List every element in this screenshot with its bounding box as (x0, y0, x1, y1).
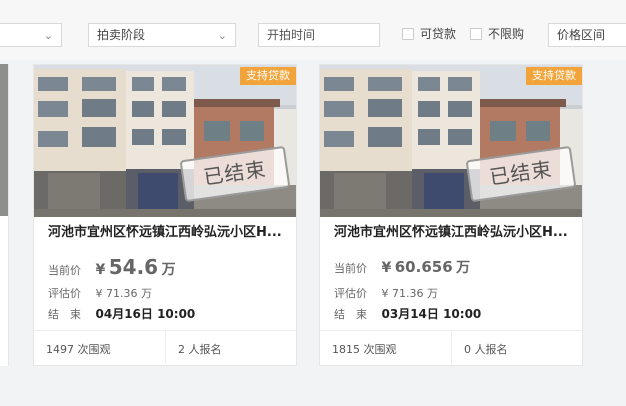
currency-symbol: ¥ (381, 260, 392, 276)
view-count: 1497 次围观 (46, 343, 111, 356)
no-restriction-checkbox[interactable] (470, 28, 482, 40)
chevron-down-icon: ⌄ (217, 29, 227, 42)
end-time-row: 结 束 04月16日 10:00 (48, 305, 195, 322)
price-range-input[interactable]: 价格区间 (548, 23, 626, 47)
no-restriction-label: 不限购 (488, 27, 525, 41)
listing-photo[interactable]: 支持贷款 已结束 (320, 65, 582, 217)
auction-stage-select[interactable]: 拍卖阶段 ⌄ (88, 23, 236, 47)
auction-stage-label: 拍卖阶段 (97, 28, 146, 42)
loan-supported-badge: 支持贷款 (526, 67, 582, 85)
current-price-unit: 万 (456, 260, 471, 276)
end-time-row: 结 束 03月14日 10:00 (334, 305, 481, 322)
appraisal-row: 评估价 ¥ 71.36 万 (334, 285, 438, 301)
listing-card[interactable]: 支持贷款 已结束 河池市宜州区怀远镇江西岭弘沅小区H... 当前价 ¥ 60.6… (319, 64, 583, 366)
card-footer: 1815 次围观 0 人报名 (320, 330, 582, 365)
end-time-label: 结 束 (334, 308, 367, 321)
current-price-value: 54.6 (108, 255, 159, 279)
listing-title[interactable]: 河池市宜州区怀远镇江西岭弘沅小区H... (48, 221, 288, 240)
currency-symbol: ¥ (95, 262, 106, 278)
chevron-down-icon: ⌄ (43, 29, 53, 42)
loanable-label: 可贷款 (420, 27, 457, 41)
listing-card-partial[interactable] (0, 64, 9, 366)
current-price-row: 当前价 ¥ 60.656 万 (334, 257, 470, 277)
current-price-unit: 万 (161, 262, 176, 278)
current-price-label: 当前价 (48, 264, 81, 277)
footer-divider (165, 331, 166, 364)
signup-count: 0 人报名 (464, 343, 508, 356)
listing-title[interactable]: 河池市宜州区怀远镇江西岭弘沅小区H... (334, 221, 574, 240)
filter-bar: ⌄ 拍卖阶段 ⌄ 开拍时间 可贷款 不限购 价格区间 (0, 0, 626, 60)
view-count: 1815 次围观 (332, 343, 397, 356)
appraisal-value: ¥ 71.36 万 (95, 287, 152, 300)
current-price-label: 当前价 (334, 262, 367, 275)
appraisal-row: 评估价 ¥ 71.36 万 (48, 285, 152, 301)
appraisal-label: 评估价 (48, 287, 81, 300)
listing-photo-partial (0, 64, 8, 216)
end-time-value: 04月16日 10:00 (95, 307, 196, 321)
listing-card[interactable]: 支持贷款 已结束 河池市宜州区怀远镇江西岭弘沅小区H... 当前价 ¥ 54.6… (33, 64, 297, 366)
loan-supported-badge: 支持贷款 (240, 67, 296, 85)
price-range-placeholder: 价格区间 (557, 28, 606, 42)
listing-photo[interactable]: 支持贷款 已结束 (34, 65, 296, 217)
start-time-input[interactable]: 开拍时间 (258, 23, 380, 47)
appraisal-label: 评估价 (334, 287, 367, 300)
start-time-placeholder: 开拍时间 (267, 28, 316, 42)
appraisal-value: ¥ 71.36 万 (381, 287, 438, 300)
signup-count: 2 人报名 (178, 343, 222, 356)
footer-divider (451, 331, 452, 364)
current-price-value: 60.656 (394, 258, 453, 276)
loanable-checkbox[interactable] (402, 28, 414, 40)
card-footer: 1497 次围观 2 人报名 (34, 330, 296, 365)
end-time-label: 结 束 (48, 308, 81, 321)
end-time-value: 03月14日 10:00 (381, 307, 482, 321)
building-photo (34, 65, 296, 217)
building-photo (320, 65, 582, 217)
current-price-row: 当前价 ¥ 54.6 万 (48, 255, 176, 279)
filter-select-partial[interactable]: ⌄ (0, 23, 62, 47)
